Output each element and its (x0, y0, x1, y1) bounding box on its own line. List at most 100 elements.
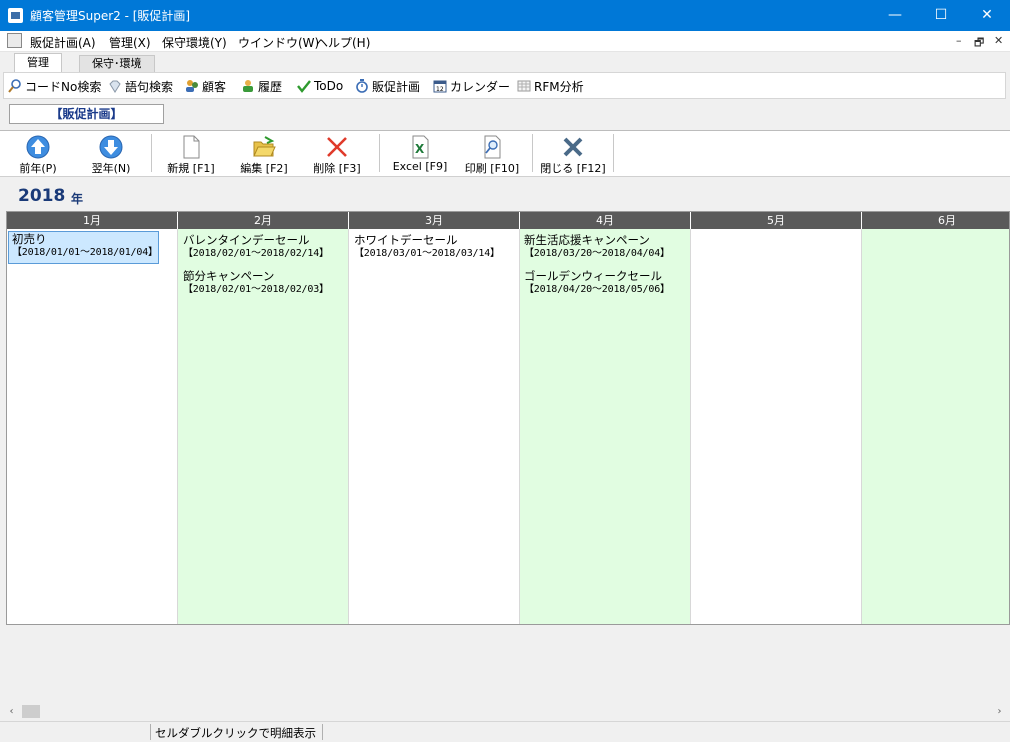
event-hatsuuri[interactable]: 初売り 【2018/01/01～2018/01/04】 (8, 231, 159, 264)
event-dates: 【2018/01/01～2018/01/04】 (12, 247, 158, 258)
toolbar-label: 印刷 [F10] (464, 162, 520, 175)
ribbon-label: カレンダー (450, 79, 511, 94)
event-new-life[interactable]: 新生活応援キャンペーン 【2018/03/20～2018/04/04】 (524, 234, 670, 260)
toolbar-separator (379, 134, 380, 172)
new-button[interactable]: 新規 [F1] (160, 133, 222, 175)
event-dates: 【2018/04/20～2018/05/06】 (524, 284, 670, 295)
check-icon (297, 79, 311, 93)
calendar-grid: 1月 2月 3月 4月 5月 6月 初売り 【2018/01/01～2018/0… (6, 211, 1010, 625)
month-header-1: 1月 (7, 212, 178, 229)
history-icon (241, 79, 255, 93)
menu-manage[interactable]: 管理(X) (109, 34, 151, 51)
mdi-child-icon[interactable] (7, 33, 22, 48)
ribbon-label: ToDo (314, 79, 344, 93)
calendar-icon: 12 (433, 79, 447, 93)
month-column-5[interactable] (691, 229, 862, 624)
ribbon-word-search[interactable]: 語句検索 (108, 78, 173, 94)
toolbar-label: 新規 [F1] (167, 162, 215, 175)
toolbar-separator (532, 134, 533, 172)
toolbar-separator (613, 134, 614, 172)
ribbon-label: 販促計画 (372, 79, 421, 94)
customers-icon (185, 79, 199, 93)
toolbar-label: 翌年(N) (91, 162, 131, 175)
down-arrow-icon (99, 135, 123, 159)
ribbon-label: 顧客 (202, 79, 227, 94)
ribbon-calendar[interactable]: 12 カレンダー (433, 78, 510, 94)
next-year-button[interactable]: 翌年(N) (83, 133, 139, 175)
ribbon-rfm[interactable]: RFM分析 (517, 78, 584, 94)
delete-x-icon (325, 135, 349, 159)
mdi-close-button[interactable]: ✕ (994, 34, 1003, 47)
month-header-6: 6月 (862, 212, 1009, 229)
event-name: 節分キャンペーン (183, 269, 275, 283)
month-header-3: 3月 (349, 212, 520, 229)
month-column-1[interactable]: 初売り 【2018/01/01～2018/01/04】 (7, 229, 178, 624)
new-document-icon (179, 135, 203, 159)
minimize-button[interactable]: — (872, 0, 918, 31)
menu-help[interactable]: ヘルプ(H) (316, 34, 370, 51)
month-header-5: 5月 (691, 212, 862, 229)
month-header-4: 4月 (520, 212, 691, 229)
maximize-button[interactable]: ☐ (918, 0, 964, 31)
title-bar: 顧客管理Super2 - [販促計画] — ☐ ✕ (0, 0, 1010, 31)
ribbon-history[interactable]: 履歴 (241, 78, 282, 94)
print-button[interactable]: 印刷 [F10] (460, 133, 524, 175)
year-label: 2018 (18, 186, 66, 206)
menu-maintenance[interactable]: 保守環境(Y) (162, 34, 227, 51)
ribbon-sales-plan[interactable]: 販促計画 (355, 78, 420, 94)
month-header-2: 2月 (178, 212, 349, 229)
close-x-icon (561, 135, 585, 159)
month-column-3[interactable]: ホワイトデーセール 【2018/03/01～2018/03/14】 (349, 229, 520, 624)
menu-window[interactable]: ウインドウ(W) (238, 34, 319, 51)
toolbar-label: Excel [F9] (392, 160, 448, 173)
close-button[interactable]: ✕ (964, 0, 1010, 31)
svg-text:12: 12 (436, 86, 444, 93)
event-valentine[interactable]: バレンタインデーセール 【2018/02/01～2018/02/14】 (183, 234, 329, 260)
month-column-2[interactable]: バレンタインデーセール 【2018/02/01～2018/02/14】 節分キャ… (178, 229, 349, 624)
ribbon-customers[interactable]: 顧客 (185, 78, 226, 94)
menu-bar: 販促計画(A) 管理(X) 保守環境(Y) ウインドウ(W) ヘルプ(H) – … (0, 31, 1010, 52)
event-dates: 【2018/03/01～2018/03/14】 (354, 248, 500, 259)
delete-button[interactable]: 削除 [F3] (306, 133, 368, 175)
ribbon-label: 履歴 (258, 79, 283, 94)
status-divider (150, 724, 151, 740)
scroll-right-arrow[interactable]: › (991, 703, 1008, 720)
horizontal-scrollbar[interactable]: ‹ › (0, 703, 1010, 720)
app-icon[interactable] (8, 8, 23, 23)
open-folder-icon (252, 135, 276, 159)
ribbon-label: コードNo検索 (25, 79, 102, 94)
close-screen-button[interactable]: 閉じる [F12] (537, 133, 609, 175)
diamond-icon (108, 79, 122, 93)
tab-manage[interactable]: 管理 (14, 53, 62, 72)
ribbon-todo[interactable]: ToDo (297, 78, 343, 94)
year-unit-label: 年 (71, 192, 84, 206)
ribbon-label: RFM分析 (534, 79, 584, 94)
tab-maintenance[interactable]: 保守･環境 (79, 55, 155, 72)
month-column-6[interactable] (862, 229, 1009, 624)
ribbon-label: 語句検索 (125, 79, 174, 94)
mdi-minimize-button[interactable]: – (956, 34, 962, 47)
mdi-restore-button[interactable]: 🗗 (974, 34, 984, 53)
search-icon (8, 79, 22, 93)
scroll-thumb[interactable] (22, 705, 40, 718)
scroll-left-arrow[interactable]: ‹ (3, 703, 20, 720)
grid-icon (517, 79, 531, 93)
event-dates: 【2018/02/01～2018/02/14】 (183, 248, 329, 259)
edit-button[interactable]: 編集 [F2] (233, 133, 295, 175)
event-whiteday[interactable]: ホワイトデーセール 【2018/03/01～2018/03/14】 (354, 234, 500, 260)
window-title: 顧客管理Super2 - [販促計画] (30, 9, 191, 23)
event-name: 新生活応援キャンペーン (524, 233, 650, 247)
event-dates: 【2018/02/01～2018/02/03】 (183, 284, 329, 295)
event-golden-week[interactable]: ゴールデンウィークセール 【2018/04/20～2018/05/06】 (524, 270, 670, 296)
month-column-4[interactable]: 新生活応援キャンペーン 【2018/03/20～2018/04/04】 ゴールデ… (520, 229, 691, 624)
menu-sales-plan[interactable]: 販促計画(A) (30, 34, 96, 51)
svg-text:X: X (415, 142, 425, 156)
stopwatch-icon (355, 79, 369, 93)
toolbar-label: 閉じる [F12] (540, 162, 606, 175)
event-name: バレンタインデーセール (183, 233, 310, 247)
excel-button[interactable]: X Excel [F9] (388, 133, 452, 175)
ribbon-code-search[interactable]: コードNo検索 (8, 78, 101, 94)
status-divider (322, 724, 323, 740)
prev-year-button[interactable]: 前年(P) (10, 133, 66, 175)
event-setsubun[interactable]: 節分キャンペーン 【2018/02/01～2018/02/03】 (183, 270, 329, 296)
